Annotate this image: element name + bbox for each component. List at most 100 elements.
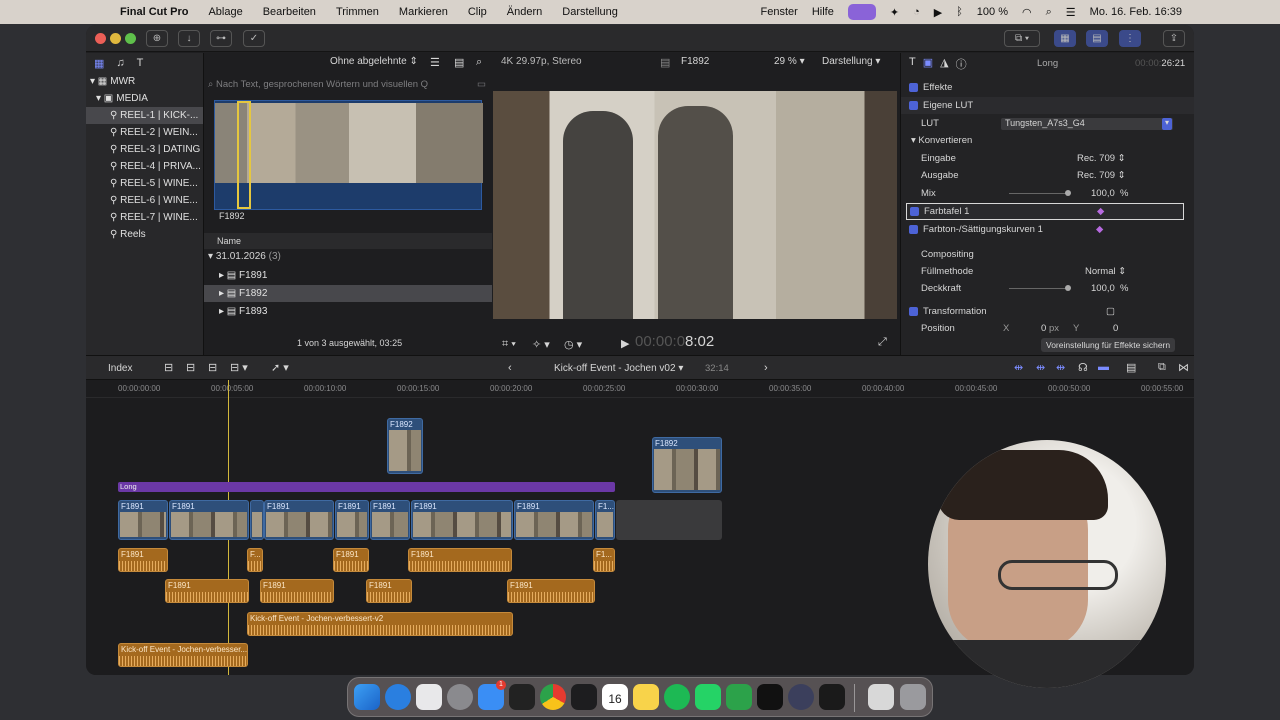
primary-clip[interactable]: [250, 500, 264, 540]
fullscreen-icon[interactable]: ⤢: [878, 336, 887, 349]
gap-clip[interactable]: [616, 500, 722, 540]
system-settings-icon[interactable]: [447, 684, 473, 710]
final-cut-icon[interactable]: [509, 684, 535, 710]
whatsapp-icon[interactable]: [695, 684, 721, 710]
transform-checkbox[interactable]: [909, 307, 918, 316]
sidebar-item-reel4[interactable]: ⚲ REEL-4 | PRIVA...: [86, 158, 203, 175]
enhance-icon[interactable]: ✧ ▾: [532, 338, 550, 351]
tab-title-icon[interactable]: T: [909, 56, 916, 72]
history-forward-icon[interactable]: ›: [764, 362, 768, 374]
primary-clip[interactable]: F1891: [335, 500, 369, 540]
bluetooth-icon[interactable]: ᛒ: [956, 6, 963, 18]
finder-icon[interactable]: [354, 684, 380, 710]
timecode-display[interactable]: 00:00:08:02: [635, 333, 714, 350]
list-item[interactable]: ▸ ▤ F1891: [204, 267, 492, 284]
photos-icon[interactable]: ♫: [116, 57, 124, 69]
transform-header[interactable]: Transformation ▢: [901, 303, 1194, 320]
skimming-icon[interactable]: ⇹: [1056, 361, 1065, 374]
video-frame[interactable]: [493, 91, 897, 319]
clip-appearance-icon[interactable]: ▤: [454, 56, 464, 69]
close-button[interactable]: [95, 33, 106, 44]
trash-icon[interactable]: [900, 684, 926, 710]
inspector-toggle-icon[interactable]: ⋮: [1119, 30, 1141, 47]
mix-slider-knob[interactable]: [1065, 190, 1071, 196]
search-icon[interactable]: ⌕: [1046, 6, 1052, 19]
clock[interactable]: Mo. 16. Feb. 16:39: [1090, 6, 1182, 18]
date-group[interactable]: ▾ 31.01.2026 (3): [208, 251, 281, 262]
audio-clip[interactable]: F1891: [333, 548, 369, 572]
calendar-icon[interactable]: 16: [602, 684, 628, 710]
blend-popup[interactable]: Normal ⇕: [1085, 266, 1126, 277]
effect-color-board[interactable]: Farbtafel 1 ◆: [906, 203, 1184, 220]
chrome-icon[interactable]: [540, 684, 566, 710]
quicktime-icon[interactable]: [385, 684, 411, 710]
timeline-toggle-icon[interactable]: ▤: [1086, 30, 1108, 47]
obs-icon[interactable]: [788, 684, 814, 710]
search-icon[interactable]: ⌕: [476, 56, 482, 69]
project-popup[interactable]: Kick-off Event - Jochen v02 ▾: [554, 363, 683, 374]
audio-clip[interactable]: F...: [247, 548, 263, 572]
mix-slider[interactable]: [1009, 193, 1067, 194]
menu-clip[interactable]: Clip: [468, 6, 487, 18]
position-x[interactable]: 0: [1041, 323, 1046, 334]
audio-clip[interactable]: F1891: [260, 579, 334, 603]
download-icon[interactable]: ↓: [178, 30, 200, 47]
sidebar-item-reel2[interactable]: ⚲ REEL-2 | WEIN...: [86, 124, 203, 141]
airpods-icon[interactable]: ✦: [890, 6, 899, 19]
connect-icon[interactable]: ⊟: [164, 361, 173, 374]
view-popup[interactable]: Darstellung ▾: [822, 56, 880, 67]
tab-info-icon[interactable]: ⓘ: [956, 56, 967, 72]
browser-toggle-icon[interactable]: ▦: [1054, 30, 1076, 47]
workspace-icon[interactable]: ⧉ ▾: [1004, 30, 1040, 47]
clip-appearance-icon[interactable]: ▤: [1126, 361, 1136, 374]
numbers-icon[interactable]: [726, 684, 752, 710]
index-button[interactable]: Index: [108, 363, 132, 374]
menu-aendern[interactable]: Ändern: [507, 6, 542, 18]
opacity-slider-knob[interactable]: [1065, 285, 1071, 291]
controls-icon[interactable]: ☰: [1066, 6, 1076, 19]
solo-icon[interactable]: ▬: [1098, 361, 1109, 373]
zoom-button[interactable]: [125, 33, 136, 44]
effect-lut[interactable]: Eigene LUT: [901, 97, 1194, 114]
list-item[interactable]: ▸ ▤ F1893: [204, 303, 492, 320]
compositing-header[interactable]: Compositing: [901, 246, 1194, 263]
import-media-icon[interactable]: ⊕: [146, 30, 168, 47]
convert-group[interactable]: ▾ Konvertieren: [901, 132, 1194, 149]
play-button[interactable]: ▶: [621, 337, 629, 350]
snapping-icon[interactable]: ⇹: [1036, 361, 1045, 374]
audio-clip[interactable]: F1891: [366, 579, 412, 603]
primary-clip[interactable]: F1...: [595, 500, 615, 540]
music-clip[interactable]: Kick-off Event - Jochen-verbesser...: [118, 643, 248, 667]
range-selection[interactable]: [237, 101, 251, 209]
share-icon[interactable]: ⇪: [1163, 30, 1185, 47]
transitions-browser-icon[interactable]: ⋈: [1178, 361, 1189, 374]
history-back-icon[interactable]: ‹: [508, 362, 512, 374]
primary-clip[interactable]: F1891: [169, 500, 249, 540]
mix-value[interactable]: 100,0: [1091, 188, 1115, 199]
downloads-icon[interactable]: [868, 684, 894, 710]
primary-clip[interactable]: F1891: [514, 500, 594, 540]
primary-clip[interactable]: F1891: [118, 500, 168, 540]
check-icon[interactable]: ✓: [243, 30, 265, 47]
sidebar-item-reels[interactable]: ⚲ Reels: [86, 226, 203, 243]
retime-icon[interactable]: ◷ ▾: [564, 338, 582, 351]
audio-clip[interactable]: F1891: [507, 579, 595, 603]
spotify-icon[interactable]: [664, 684, 690, 710]
lut-checkbox[interactable]: [909, 101, 918, 110]
piano-icon[interactable]: [819, 684, 845, 710]
transform-icon[interactable]: ⌗ ▾: [502, 338, 516, 351]
primary-clip[interactable]: F1891: [264, 500, 334, 540]
capcut-icon[interactable]: [571, 684, 597, 710]
sidebar-item-reel3[interactable]: ⚲ REEL-3 | DATING: [86, 141, 203, 158]
connected-clip[interactable]: F1892: [652, 437, 722, 493]
menu-fenster[interactable]: Fenster: [761, 6, 798, 18]
primary-clip[interactable]: F1891: [411, 500, 513, 540]
tab-color-icon[interactable]: ◮: [940, 56, 948, 72]
music-clip[interactable]: Kick-off Event - Jochen-verbessert-v2: [247, 612, 513, 636]
wifi-icon[interactable]: ◠: [1022, 6, 1032, 19]
sidebar-item-reel1[interactable]: ⚲ REEL-1 | KICK-...: [86, 107, 203, 124]
insert-icon[interactable]: ⊟: [186, 361, 195, 374]
tool-select-icon[interactable]: ➚ ▾: [271, 361, 289, 374]
menu-markieren[interactable]: Markieren: [399, 6, 448, 18]
hue-sat-icon[interactable]: ◆: [1096, 224, 1103, 235]
